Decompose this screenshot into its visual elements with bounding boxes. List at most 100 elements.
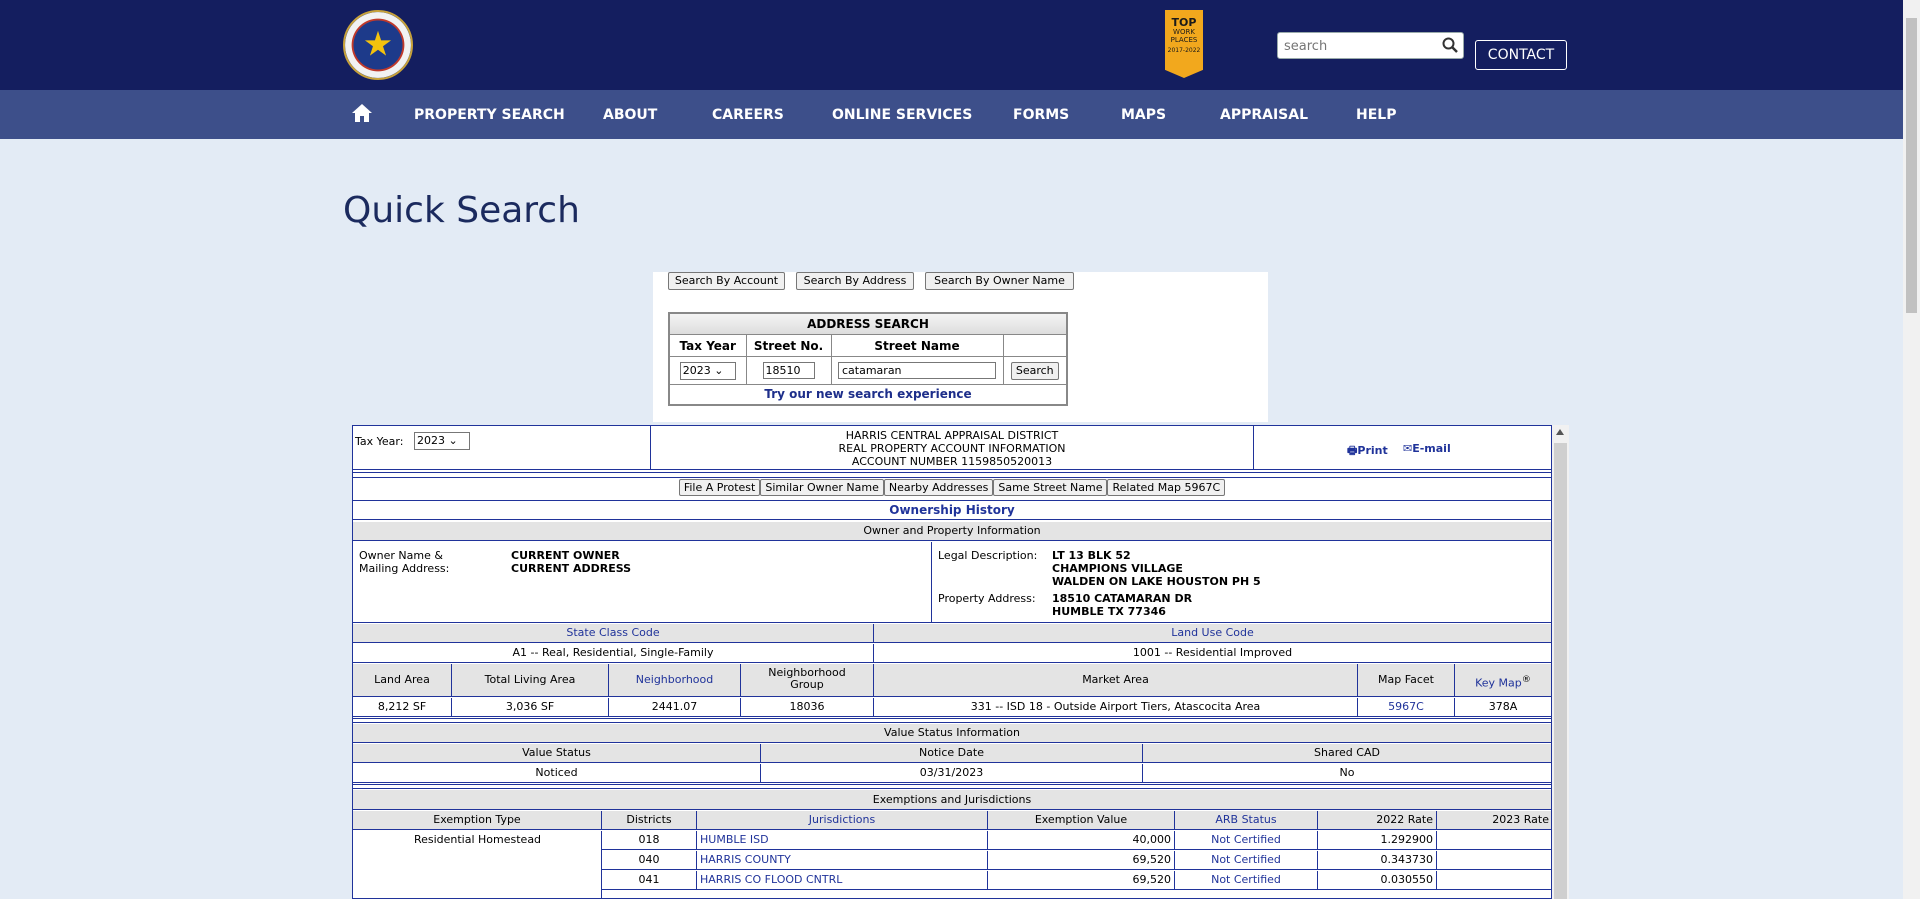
contact-button[interactable]: CONTACT	[1475, 40, 1567, 70]
file-protest-button[interactable]: File A Protest	[678, 479, 761, 496]
hcad-logo[interactable]: ★	[343, 10, 413, 80]
jurisdiction-link[interactable]: HARRIS CO FLOOD CNTRL	[697, 871, 988, 889]
nav-property-search[interactable]: PROPERTY SEARCH	[414, 107, 565, 123]
col-tax-year: Tax Year	[668, 334, 747, 357]
key-map: 378A	[1488, 700, 1518, 713]
rate-2022: 0.343730	[1318, 851, 1437, 869]
rate-2023	[1437, 851, 1551, 869]
scroll-up-arrow-icon[interactable]	[1556, 429, 1564, 435]
land-use-code-link[interactable]: Land Use Code	[874, 624, 1551, 642]
account-info-title: REAL PROPERTY ACCOUNT INFORMATION	[838, 442, 1066, 455]
search-by-address-button[interactable]: Search By Address	[796, 272, 914, 290]
page-title: Quick Search	[343, 190, 580, 231]
nav-maps[interactable]: MAPS	[1121, 107, 1166, 123]
result-scrollbar[interactable]	[1552, 425, 1569, 899]
result-scroll-thumb[interactable]	[1554, 443, 1567, 899]
exemption-value: 40,000	[988, 831, 1175, 849]
th-arb-status-link[interactable]: ARB Status	[1175, 811, 1318, 829]
result-tax-year-select[interactable]: 2023 ⌄	[414, 432, 470, 450]
address-search-button[interactable]: Search	[1010, 361, 1059, 380]
state-class-code-link[interactable]: State Class Code	[353, 624, 874, 642]
state-class-value: A1 -- Real, Residential, Single-Family	[353, 644, 874, 662]
star-icon: ★	[362, 24, 394, 65]
legal-line-3: WALDEN ON LAKE HOUSTON PH 5	[1052, 575, 1261, 588]
owner-address: CURRENT ADDRESS	[511, 562, 632, 575]
nearby-addresses-button[interactable]: Nearby Addresses	[883, 479, 994, 496]
notice-date: 03/31/2023	[761, 764, 1143, 782]
th-neighborhood-link[interactable]: Neighborhood	[609, 664, 741, 696]
search-by-account-button[interactable]: Search By Account	[668, 272, 785, 290]
land-use-value: 1001 -- Residential Improved	[1132, 646, 1293, 659]
top-workplaces-badge: TOP WORK PLACES 2017-2022	[1165, 10, 1203, 78]
similar-owner-button[interactable]: Similar Owner Name	[760, 479, 884, 496]
badge-top: TOP	[1171, 16, 1197, 29]
district: 041	[602, 871, 697, 889]
email-label: E-mail	[1412, 442, 1451, 455]
page-scroll-thumb[interactable]	[1906, 18, 1917, 313]
th-shared-cad: Shared CAD	[1314, 746, 1380, 759]
th-map-facet: Map Facet	[1358, 664, 1455, 696]
page-scrollbar[interactable]	[1903, 0, 1920, 899]
jurisdiction-link[interactable]: HARRIS COUNTY	[697, 851, 988, 869]
th-2022-rate: 2022 Rate	[1318, 811, 1437, 829]
chevron-down-icon: ⌄	[714, 363, 724, 377]
registered-mark: ®	[1521, 674, 1531, 685]
owner-info: Owner Name & Mailing Address: CURRENT OW…	[353, 542, 1551, 623]
result-tax-year-value: 2023	[417, 434, 445, 447]
street-name-input[interactable]	[838, 362, 996, 379]
exemption-type: Residential Homestead	[413, 833, 542, 846]
neighborhood: 2441.07	[609, 698, 741, 716]
action-buttons: File A Protest Similar Owner Name Nearby A…	[353, 479, 1551, 499]
nav-online-services[interactable]: ONLINE SERVICES	[832, 107, 972, 123]
district: 018	[602, 831, 697, 849]
print-link[interactable]: 🖶Print	[1347, 442, 1388, 461]
related-map-button[interactable]: Related Map 5967C	[1107, 479, 1226, 496]
key-map-label: Key Map	[1475, 676, 1522, 690]
exemption-value: 69,520	[988, 851, 1175, 869]
legal-line-1: LT 13 BLK 52	[1052, 549, 1131, 562]
value-status-headers: Value Status Notice Date Shared CAD	[353, 744, 1551, 763]
site-header: ★ TOP WORK PLACES 2017-2022 CONTACT	[0, 0, 1920, 90]
col-empty	[1002, 334, 1068, 357]
map-facet-link[interactable]: 5967C	[1358, 698, 1455, 716]
th-2023-rate: 2023 Rate	[1492, 813, 1549, 826]
envelope-icon: ✉	[1403, 442, 1413, 455]
new-search-link[interactable]: Try our new search experience	[668, 384, 1068, 405]
same-street-button[interactable]: Same Street Name	[993, 479, 1108, 496]
prop-address-label: Property Address:	[938, 592, 1036, 605]
arb-status-link[interactable]: Not Certified	[1175, 851, 1318, 869]
nav-careers[interactable]: CAREERS	[712, 107, 784, 123]
search-by-owner-button[interactable]: Search By Owner Name	[925, 272, 1074, 290]
printer-icon: 🖶	[1347, 444, 1358, 457]
street-no-input[interactable]	[762, 362, 815, 379]
arb-status-link[interactable]: Not Certified	[1175, 871, 1318, 889]
jurisdiction-link[interactable]: HUMBLE ISD	[697, 831, 988, 849]
home-icon[interactable]	[351, 103, 373, 123]
prop-address-1: 18510 CATAMARAN DR	[1052, 592, 1193, 605]
exemption-row: 018 HUMBLE ISD 40,000 Not Certified 1.29…	[602, 831, 1551, 850]
owner-label-2: Mailing Address:	[359, 562, 450, 575]
value-status-row: Noticed 03/31/2023 No	[353, 764, 1551, 783]
th-districts: Districts	[602, 811, 697, 829]
rate-2022: 1.292900	[1318, 831, 1437, 849]
email-link[interactable]: ✉E-mail	[1403, 442, 1451, 455]
search-icon[interactable]	[1441, 36, 1459, 54]
legal-line-2: CHAMPIONS VILLAGE	[1052, 562, 1183, 575]
th-value-status: Value Status	[353, 744, 761, 762]
nav-about[interactable]: ABOUT	[603, 107, 657, 123]
nav-forms[interactable]: FORMS	[1013, 107, 1069, 123]
class-code-headers: State Class Code Land Use Code	[353, 624, 1551, 643]
th-jurisdictions-link[interactable]: Jurisdictions	[697, 811, 988, 829]
nav-help[interactable]: HELP	[1356, 107, 1396, 123]
divider	[353, 718, 1551, 723]
ownership-history-link[interactable]: Ownership History	[353, 500, 1551, 520]
th-key-map-link[interactable]: Key Map®	[1455, 664, 1551, 696]
rate-2022: 0.030550	[1318, 871, 1437, 889]
nav-appraisal[interactable]: APPRAISAL	[1220, 107, 1308, 123]
arb-status-link[interactable]: Not Certified	[1175, 831, 1318, 849]
site-search-input[interactable]	[1284, 37, 1434, 55]
exemption-row: 040 HARRIS COUNTY 69,520 Not Certified 0…	[602, 851, 1551, 870]
tax-year-select[interactable]: 2023 ⌄	[679, 361, 736, 380]
district: 040	[602, 851, 697, 869]
account-header: Tax Year: 2023 ⌄ HARRIS CENTRAL APPRAISA…	[353, 426, 1551, 470]
